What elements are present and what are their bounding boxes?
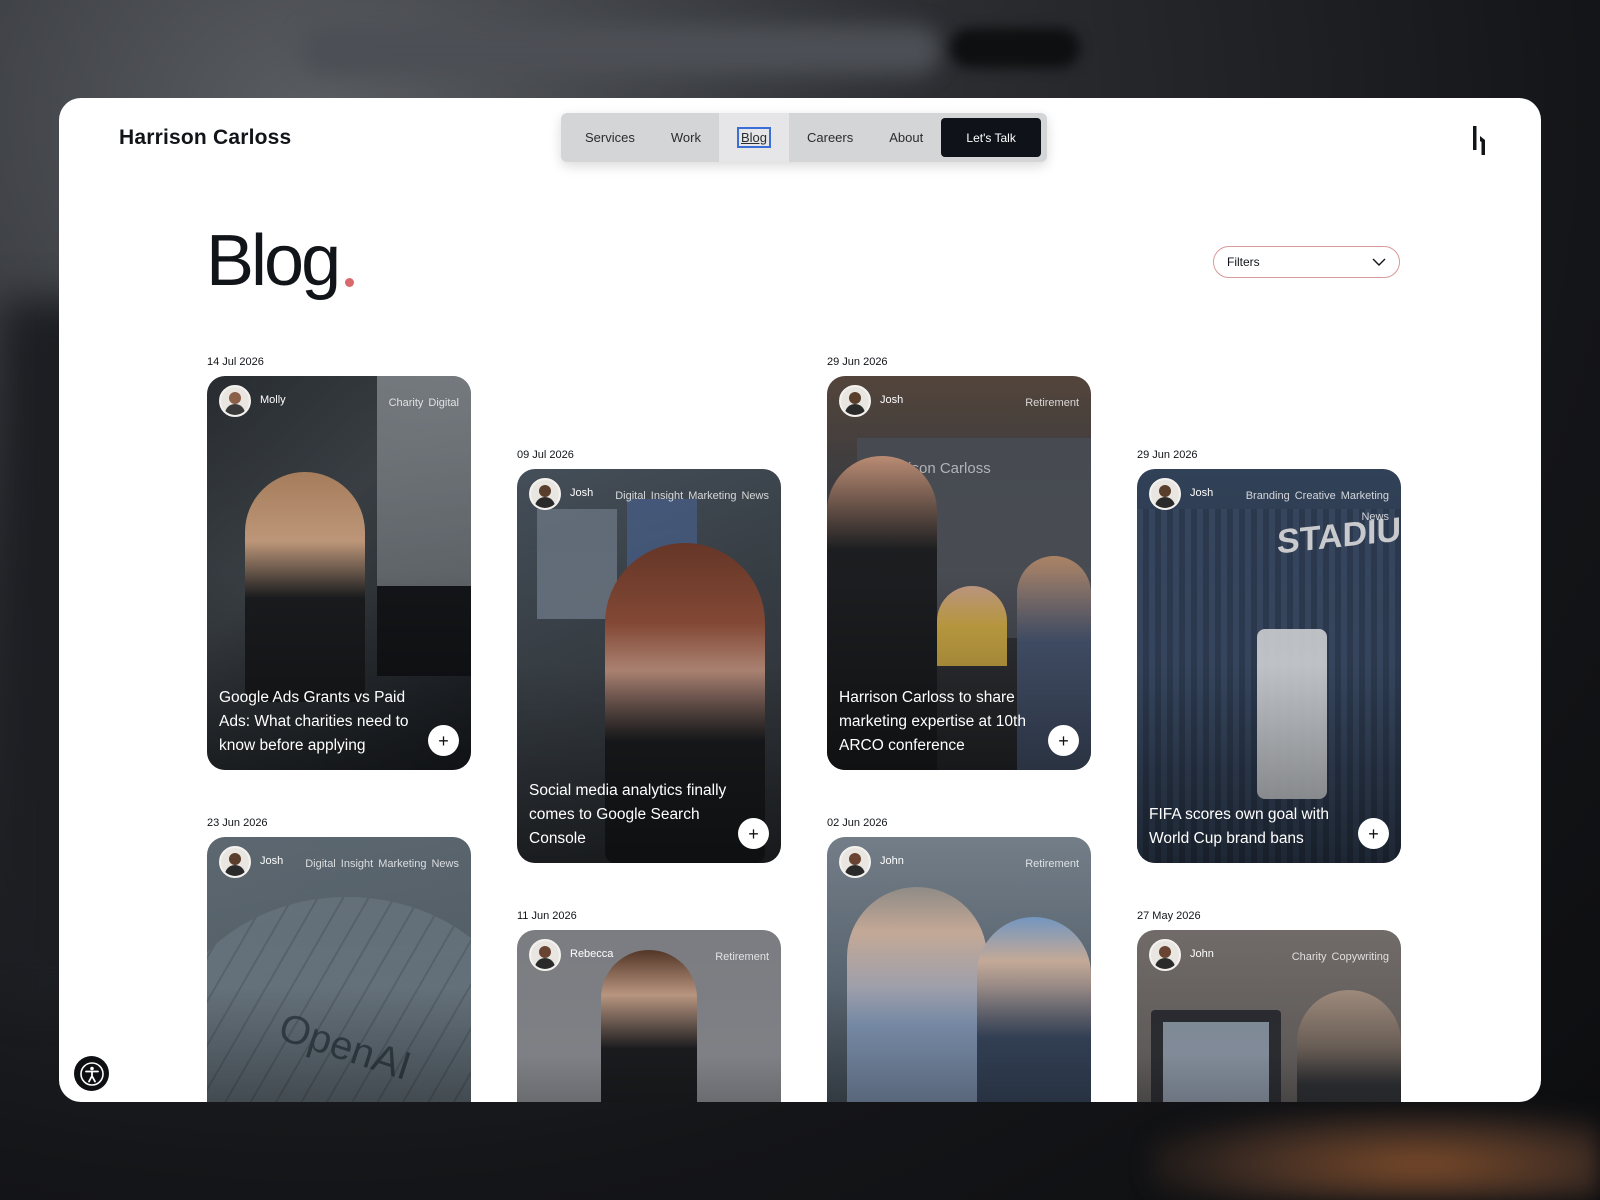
tag[interactable]: Creative bbox=[1295, 490, 1336, 502]
nav-item-services[interactable]: Services bbox=[567, 113, 653, 162]
nav-item-work[interactable]: Work bbox=[653, 113, 719, 162]
tag[interactable]: News bbox=[741, 490, 769, 502]
filters-label: Filters bbox=[1227, 255, 1260, 269]
post-date: 09 Jul 2026 bbox=[517, 449, 574, 461]
nav-item-careers[interactable]: Careers bbox=[789, 113, 871, 162]
tag[interactable]: Digital bbox=[305, 858, 336, 870]
avatar bbox=[839, 385, 871, 417]
post-tags: Branding Creative Marketing News bbox=[1219, 486, 1389, 528]
post-card[interactable]: Rebecca Retirement bbox=[517, 930, 781, 1102]
tag[interactable]: Digital bbox=[615, 490, 646, 502]
avatar bbox=[529, 939, 561, 971]
post-card[interactable]: STADIU Josh BrandingCreativeMarketingNew… bbox=[1137, 469, 1401, 863]
tag[interactable]: Retirement bbox=[1025, 397, 1079, 409]
main-nav: Services Work Blog Careers About Let's T… bbox=[561, 113, 1047, 162]
plus-icon[interactable]: + bbox=[428, 725, 459, 756]
post-title[interactable]: FIFA scores own goal with World Cup bran… bbox=[1149, 803, 1349, 851]
post-date: 27 May 2026 bbox=[1137, 910, 1201, 922]
post-author: Josh bbox=[570, 487, 594, 499]
nav-label: About bbox=[889, 130, 924, 145]
title-accent-dot bbox=[345, 278, 354, 287]
accessibility-button[interactable] bbox=[74, 1056, 109, 1091]
post-tags: Digital Insight Marketing News bbox=[599, 486, 769, 507]
post-title[interactable]: Harrison Carloss to share marketing expe… bbox=[839, 686, 1039, 758]
post-tags: Digital Insight Marketing News bbox=[289, 854, 459, 875]
post-author: Josh bbox=[1190, 487, 1214, 499]
tag[interactable]: Branding bbox=[1246, 490, 1290, 502]
tag[interactable]: Insight bbox=[651, 490, 683, 502]
lets-talk-button[interactable]: Let's Talk bbox=[941, 118, 1041, 157]
post-date: 14 Jul 2026 bbox=[207, 356, 264, 368]
post-tags: Retirement bbox=[909, 393, 1079, 414]
chevron-down-icon bbox=[1372, 258, 1386, 266]
post-title[interactable]: Google Ads Grants vs Paid Ads: What char… bbox=[219, 686, 419, 758]
filters-dropdown[interactable]: Filters bbox=[1213, 246, 1400, 278]
post-card[interactable]: OpenAI Josh DigitalInsightMarketingNews bbox=[207, 837, 471, 1102]
post-author: Josh bbox=[880, 394, 904, 406]
tag[interactable]: Copywriting bbox=[1332, 951, 1389, 963]
post-tags: Retirement bbox=[909, 854, 1079, 875]
post-date: 29 Jun 2026 bbox=[827, 356, 888, 368]
avatar bbox=[219, 846, 251, 878]
avatar bbox=[1149, 939, 1181, 971]
tag[interactable]: Marketing bbox=[1341, 490, 1389, 502]
plus-icon[interactable]: + bbox=[738, 818, 769, 849]
post-card[interactable]: John Charity Copywriting bbox=[1137, 930, 1401, 1102]
avatar bbox=[839, 846, 871, 878]
nav-label: Blog bbox=[736, 127, 771, 148]
post-author: Molly bbox=[260, 394, 286, 406]
tag[interactable]: Charity bbox=[1292, 951, 1327, 963]
tag[interactable]: Marketing bbox=[688, 490, 736, 502]
site-logo[interactable]: Harrison Carloss bbox=[119, 126, 291, 150]
post-author: John bbox=[880, 855, 904, 867]
avatar bbox=[529, 478, 561, 510]
post-date: 29 Jun 2026 bbox=[1137, 449, 1198, 461]
plus-icon[interactable]: + bbox=[1358, 818, 1389, 849]
tag[interactable]: Charity bbox=[389, 397, 424, 409]
nav-item-about[interactable]: About bbox=[871, 113, 941, 162]
tag[interactable]: Marketing bbox=[378, 858, 426, 870]
post-date: 23 Jun 2026 bbox=[207, 817, 268, 829]
tag[interactable]: Insight bbox=[341, 858, 373, 870]
post-card[interactable]: Harrison Carloss Josh Retirement Harriso… bbox=[827, 376, 1091, 770]
post-date: 11 Jun 2026 bbox=[517, 910, 577, 922]
post-tags: Charity Copywriting bbox=[1219, 947, 1389, 968]
avatar bbox=[1149, 478, 1181, 510]
post-card[interactable]: Molly Charity Digital Google Ads Grants v… bbox=[207, 376, 471, 770]
post-tags: Retirement bbox=[599, 947, 769, 968]
post-title[interactable]: Social media analytics finally comes to … bbox=[529, 779, 729, 851]
avatar bbox=[219, 385, 251, 417]
tag[interactable]: Retirement bbox=[715, 951, 769, 963]
post-author: John bbox=[1190, 948, 1214, 960]
nav-item-blog[interactable]: Blog bbox=[718, 113, 789, 162]
post-card[interactable]: John Retirement bbox=[827, 837, 1091, 1102]
nav-label: Work bbox=[670, 130, 701, 145]
tag[interactable]: News bbox=[431, 858, 459, 870]
browser-window: Harrison Carloss Services Work Blog Care… bbox=[59, 98, 1541, 1102]
page-title: Blog bbox=[206, 221, 341, 301]
nav-label: Careers bbox=[807, 130, 854, 145]
post-date: 02 Jun 2026 bbox=[827, 817, 888, 829]
tag[interactable]: Digital bbox=[428, 397, 459, 409]
post-card[interactable]: Josh Digital Insight Marketing News Social … bbox=[517, 469, 781, 863]
nav-label: Services bbox=[585, 130, 635, 145]
plus-icon[interactable]: + bbox=[1048, 725, 1079, 756]
tag[interactable]: News bbox=[1361, 511, 1389, 523]
accessibility-icon bbox=[79, 1061, 104, 1086]
brand-mark-icon[interactable] bbox=[1471, 124, 1491, 156]
tag[interactable]: Retirement bbox=[1025, 858, 1079, 870]
post-tags: Charity Digital bbox=[289, 393, 459, 414]
post-author: Josh bbox=[260, 855, 284, 867]
